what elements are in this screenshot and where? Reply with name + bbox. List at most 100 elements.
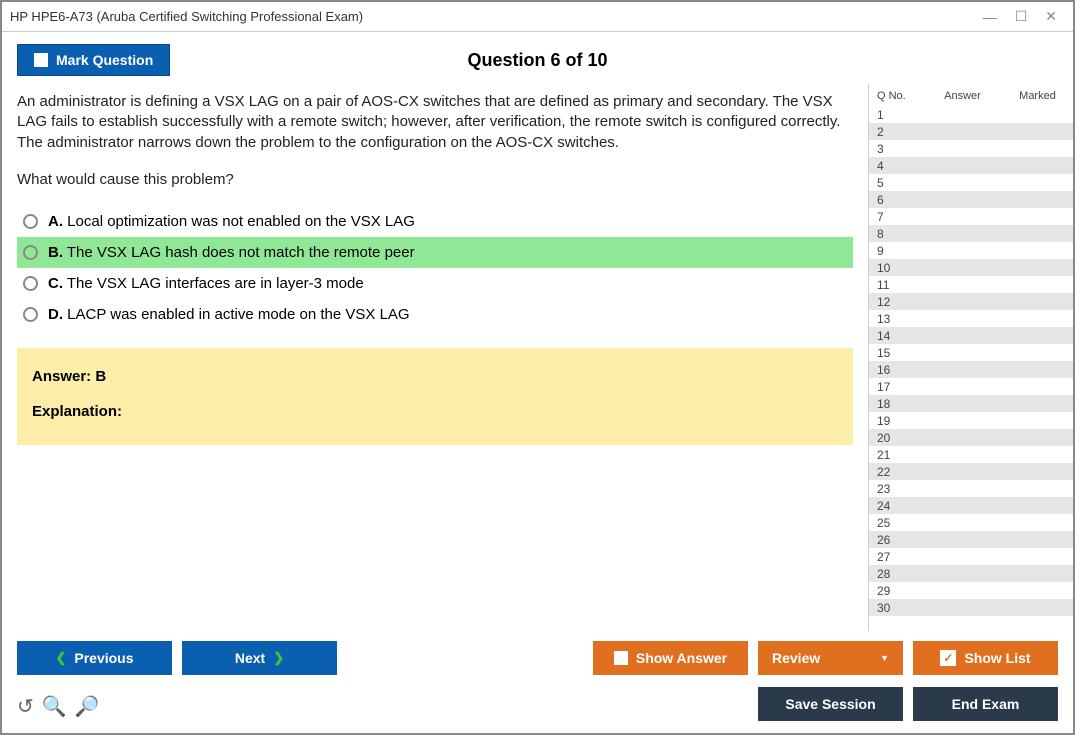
list-row[interactable]: 11 (869, 276, 1073, 293)
row-qno: 4 (877, 159, 907, 173)
show-list-button[interactable]: ✓ Show List (913, 641, 1058, 675)
list-row[interactable]: 18 (869, 395, 1073, 412)
answer-label: Answer: B (32, 368, 838, 385)
row-qno: 29 (877, 584, 907, 598)
col-marked: Marked (1010, 90, 1065, 102)
answer-box: Answer: B Explanation: (17, 348, 853, 445)
list-row[interactable]: 4 (869, 157, 1073, 174)
maximize-icon[interactable]: ☐ (1015, 8, 1028, 25)
show-answer-button[interactable]: Show Answer (593, 641, 748, 675)
row-qno: 20 (877, 431, 907, 445)
box-icon (614, 651, 628, 665)
show-list-label: Show List (964, 650, 1030, 666)
row-qno: 15 (877, 346, 907, 360)
option-a[interactable]: A. Local optimization was not enabled on… (17, 206, 853, 237)
option-c[interactable]: C. The VSX LAG interfaces are in layer-3… (17, 268, 853, 299)
previous-button[interactable]: ❮ Previous (17, 641, 172, 675)
list-row[interactable]: 7 (869, 208, 1073, 225)
row-qno: 1 (877, 108, 907, 122)
list-row[interactable]: 12 (869, 293, 1073, 310)
col-qno: Q No. (877, 90, 915, 102)
option-label: A. Local optimization was not enabled on… (48, 213, 415, 230)
list-row[interactable]: 9 (869, 242, 1073, 259)
list-row[interactable]: 15 (869, 344, 1073, 361)
list-row[interactable]: 25 (869, 514, 1073, 531)
row-qno: 12 (877, 295, 907, 309)
end-exam-button[interactable]: End Exam (913, 687, 1058, 721)
row-qno: 11 (877, 278, 907, 292)
zoom-reset-icon[interactable]: ↺ (17, 694, 34, 719)
list-row[interactable]: 24 (869, 497, 1073, 514)
list-row[interactable]: 21 (869, 446, 1073, 463)
list-row[interactable]: 3 (869, 140, 1073, 157)
list-row[interactable]: 23 (869, 480, 1073, 497)
zoom-in-icon[interactable]: 🔍 (42, 694, 67, 719)
question-text: An administrator is defining a VSX LAG o… (17, 92, 853, 153)
row-qno: 10 (877, 261, 907, 275)
list-row[interactable]: 27 (869, 548, 1073, 565)
list-row[interactable]: 29 (869, 582, 1073, 599)
review-button[interactable]: Review ▼ (758, 641, 903, 675)
save-session-button[interactable]: Save Session (758, 687, 903, 721)
list-row[interactable]: 13 (869, 310, 1073, 327)
row-qno: 8 (877, 227, 907, 241)
zoom-controls: ↺ 🔍 🔎 (17, 694, 100, 719)
list-row[interactable]: 2 (869, 123, 1073, 140)
chevron-right-icon: ❯ (273, 650, 284, 666)
dropdown-icon: ▼ (880, 653, 889, 663)
question-counter: Question 6 of 10 (467, 50, 607, 71)
next-label: Next (235, 650, 265, 666)
list-row[interactable]: 6 (869, 191, 1073, 208)
list-row[interactable]: 20 (869, 429, 1073, 446)
list-row[interactable]: 17 (869, 378, 1073, 395)
close-icon[interactable]: ✕ (1045, 8, 1057, 25)
list-row[interactable]: 30 (869, 599, 1073, 616)
question-list-panel: Q No. Answer Marked 12345678910111213141… (868, 84, 1073, 654)
row-qno: 13 (877, 312, 907, 326)
titlebar: HP HPE6-A73 (Aruba Certified Switching P… (2, 2, 1073, 32)
row-qno: 14 (877, 329, 907, 343)
list-row[interactable]: 14 (869, 327, 1073, 344)
list-row[interactable]: 8 (869, 225, 1073, 242)
option-b[interactable]: B. The VSX LAG hash does not match the r… (17, 237, 853, 268)
option-label: D. LACP was enabled in active mode on th… (48, 306, 410, 323)
row-qno: 5 (877, 176, 907, 190)
next-button[interactable]: Next ❯ (182, 641, 337, 675)
list-row[interactable]: 1 (869, 106, 1073, 123)
list-row[interactable]: 28 (869, 565, 1073, 582)
end-exam-label: End Exam (952, 696, 1020, 712)
button-row-2: Save Session End Exam (17, 687, 1058, 721)
options-list: A. Local optimization was not enabled on… (17, 206, 853, 330)
window-title: HP HPE6-A73 (Aruba Certified Switching P… (10, 9, 983, 24)
previous-label: Previous (74, 650, 133, 666)
list-row[interactable]: 19 (869, 412, 1073, 429)
list-row[interactable]: 10 (869, 259, 1073, 276)
header: Mark Question Question 6 of 10 (2, 32, 1073, 84)
explanation-label: Explanation: (32, 403, 838, 420)
row-qno: 16 (877, 363, 907, 377)
review-label: Review (772, 650, 820, 666)
radio-icon (23, 307, 38, 322)
list-header: Q No. Answer Marked (869, 84, 1073, 106)
row-qno: 17 (877, 380, 907, 394)
list-row[interactable]: 26 (869, 531, 1073, 548)
row-qno: 9 (877, 244, 907, 258)
row-qno: 25 (877, 516, 907, 530)
row-qno: 2 (877, 125, 907, 139)
list-row[interactable]: 22 (869, 463, 1073, 480)
option-d[interactable]: D. LACP was enabled in active mode on th… (17, 299, 853, 330)
list-row[interactable]: 16 (869, 361, 1073, 378)
checkbox-icon (34, 53, 48, 67)
question-list[interactable]: 1234567891011121314151617181920212223242… (869, 106, 1073, 654)
mark-question-button[interactable]: Mark Question (17, 44, 170, 76)
row-qno: 7 (877, 210, 907, 224)
chevron-left-icon: ❮ (55, 650, 66, 666)
zoom-out-icon[interactable]: 🔎 (75, 694, 100, 719)
row-qno: 18 (877, 397, 907, 411)
minimize-icon[interactable]: — (983, 9, 997, 25)
list-row[interactable]: 5 (869, 174, 1073, 191)
option-label: B. The VSX LAG hash does not match the r… (48, 244, 415, 261)
footer: ❮ Previous Next ❯ Show Answer Review ▼ ✓… (2, 631, 1073, 733)
save-session-label: Save Session (785, 696, 875, 712)
main: An administrator is defining a VSX LAG o… (2, 84, 1073, 654)
